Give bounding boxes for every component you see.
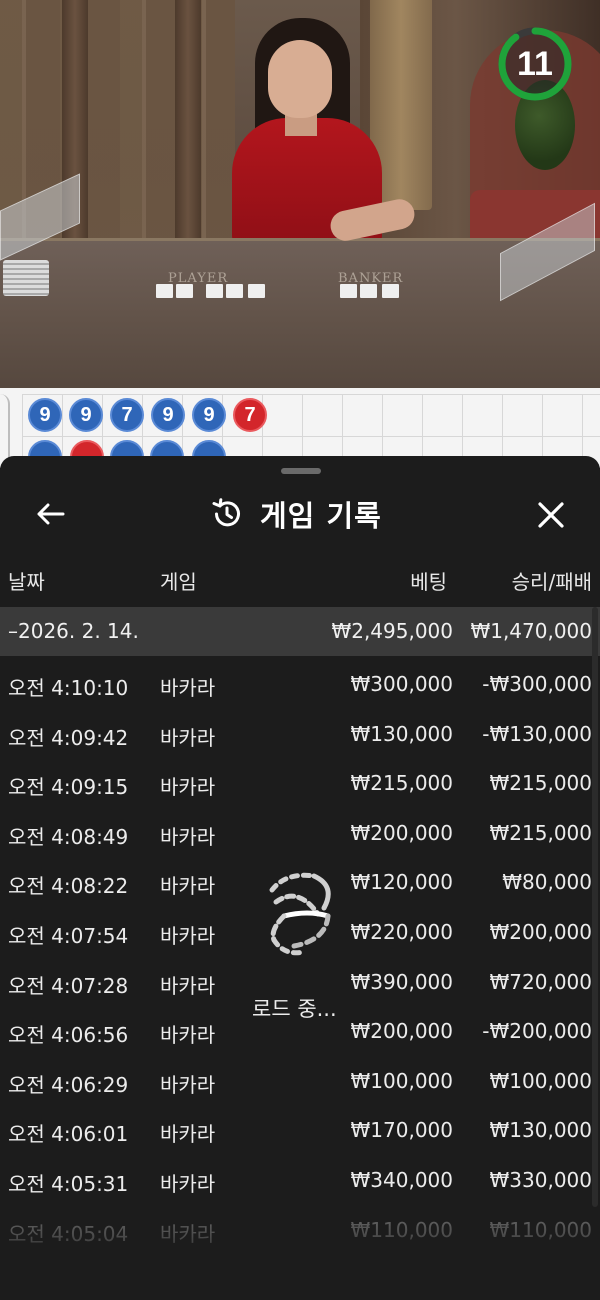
row-bet: ₩100,000 [350, 1068, 453, 1093]
row-bet: ₩215,000 [350, 771, 453, 796]
history-row[interactable]: 오전 4:09:15 바카라 ₩215,000 ₩215,000 [0, 760, 600, 810]
row-game: 바카라 [160, 1072, 216, 1097]
row-time: 오전 4:06:56 [8, 1023, 129, 1048]
loading-spinner [264, 868, 336, 968]
history-row[interactable]: 오전 4:09:42 바카라 ₩130,000 -₩130,000 [0, 711, 600, 761]
bead-player: 9 [192, 398, 226, 432]
row-win-loss: -₩300,000 [482, 672, 592, 696]
row-time: 오전 4:07:28 [8, 973, 129, 998]
row-win-loss: ₩720,000 [489, 969, 592, 994]
row-bet: ₩130,000 [350, 721, 453, 746]
day-summary-date: –2026. 2. 14. [8, 619, 139, 643]
history-row[interactable]: 오전 4:06:29 바카라 ₩100,000 ₩100,000 [0, 1058, 600, 1108]
row-game: 바카라 [160, 676, 216, 700]
row-bet: ₩200,000 [350, 1019, 453, 1044]
row-game: 바카라 [160, 1023, 216, 1048]
row-game: 바카라 [160, 1171, 216, 1196]
row-game: 바카라 [160, 1122, 216, 1147]
loading-spinner-icon [269, 872, 331, 956]
player-card [206, 284, 223, 298]
chip-stack [3, 260, 49, 296]
history-row[interactable]: 오전 4:08:49 바카라 ₩200,000 ₩215,000 [0, 810, 600, 860]
row-win-loss: -₩130,000 [482, 721, 592, 746]
row-time: 오전 4:08:49 [8, 824, 129, 849]
row-game: 바카라 [160, 923, 216, 948]
history-icon [212, 498, 240, 527]
row-time: 오전 4:08:22 [8, 874, 129, 899]
column-header-game: 게임 [160, 570, 197, 594]
row-time: 오전 4:05:31 [8, 1171, 129, 1196]
row-game: 바카라 [160, 874, 216, 899]
bet-countdown-timer: 11 [495, 24, 575, 104]
list-fade-overlay [0, 1210, 600, 1300]
row-win-loss: ₩80,000 [502, 870, 592, 895]
arrow-left-icon [37, 503, 65, 525]
row-time: 오전 4:07:54 [8, 923, 129, 948]
row-win-loss: ₩200,000 [489, 919, 592, 944]
loading-text: 로드 중... [252, 997, 337, 1021]
row-time: 오전 4:06:29 [8, 1072, 129, 1097]
row-bet: ₩220,000 [350, 919, 453, 944]
row-win-loss: ₩100,000 [489, 1068, 592, 1093]
banker-card [382, 284, 399, 298]
player-card [176, 284, 193, 298]
row-bet: ₩170,000 [350, 1118, 453, 1143]
banker-card [360, 284, 377, 298]
bead-banker: 7 [233, 398, 267, 432]
history-column-headers: 날짜 게임 베팅 승리/패배 [0, 564, 600, 598]
row-game: 바카라 [160, 725, 216, 750]
close-icon [538, 502, 564, 528]
player-card [226, 284, 243, 298]
bead-player: 7 [110, 398, 144, 432]
row-time: 오전 4:06:01 [8, 1122, 129, 1147]
history-row[interactable]: 오전 4:10:10 바카라 ₩300,000 -₩300,000 [0, 661, 600, 711]
timer-value: 11 [517, 44, 553, 83]
row-time: 오전 4:09:15 [8, 775, 129, 800]
player-card [156, 284, 173, 298]
back-button[interactable] [30, 494, 70, 534]
row-win-loss: ₩330,000 [489, 1167, 592, 1192]
row-game: 바카라 [160, 824, 216, 849]
row-win-loss: ₩130,000 [489, 1118, 592, 1143]
row-bet: ₩340,000 [350, 1167, 453, 1192]
day-summary-bet: ₩2,495,000 [331, 619, 453, 643]
player-card [248, 284, 265, 298]
live-video-stream[interactable]: PLAYER BANKER 11 [0, 0, 600, 388]
day-summary-row[interactable]: –2026. 2. 14. ₩2,495,000 ₩1,470,000 [0, 607, 600, 656]
row-bet: ₩200,000 [350, 820, 453, 845]
history-scrollbar[interactable] [592, 607, 598, 1207]
sheet-title-group: 게임 기록 [210, 490, 382, 538]
sheet-header: 게임 기록 [0, 486, 600, 542]
row-win-loss: ₩215,000 [489, 771, 592, 796]
bead-player: 9 [151, 398, 185, 432]
row-time: 오전 4:09:42 [8, 725, 129, 750]
row-game: 바카라 [160, 973, 216, 998]
row-win-loss: -₩200,000 [482, 1019, 592, 1044]
close-button[interactable] [530, 494, 572, 536]
column-header-date: 날짜 [8, 570, 45, 594]
sheet-title: 게임 기록 [260, 499, 382, 533]
banker-card [340, 284, 357, 298]
column-header-bet: 베팅 [410, 570, 447, 594]
row-bet: ₩300,000 [350, 672, 453, 696]
history-row[interactable]: 오전 4:06:01 바카라 ₩170,000 ₩130,000 [0, 1107, 600, 1157]
row-win-loss: ₩215,000 [489, 820, 592, 845]
column-header-win-loss: 승리/패배 [511, 570, 592, 594]
row-bet: ₩120,000 [350, 870, 453, 895]
sheet-drag-handle[interactable] [281, 468, 321, 474]
history-row[interactable]: 오전 4:05:31 바카라 ₩340,000 ₩330,000 [0, 1157, 600, 1207]
row-bet: ₩390,000 [350, 969, 453, 994]
day-summary-win-loss: ₩1,470,000 [470, 619, 592, 643]
row-game: 바카라 [160, 775, 216, 800]
bead-player: 9 [28, 398, 62, 432]
background-pillar [175, 0, 201, 240]
dealer-face [268, 40, 332, 118]
row-time: 오전 4:10:10 [8, 676, 129, 700]
bead-player: 9 [69, 398, 103, 432]
